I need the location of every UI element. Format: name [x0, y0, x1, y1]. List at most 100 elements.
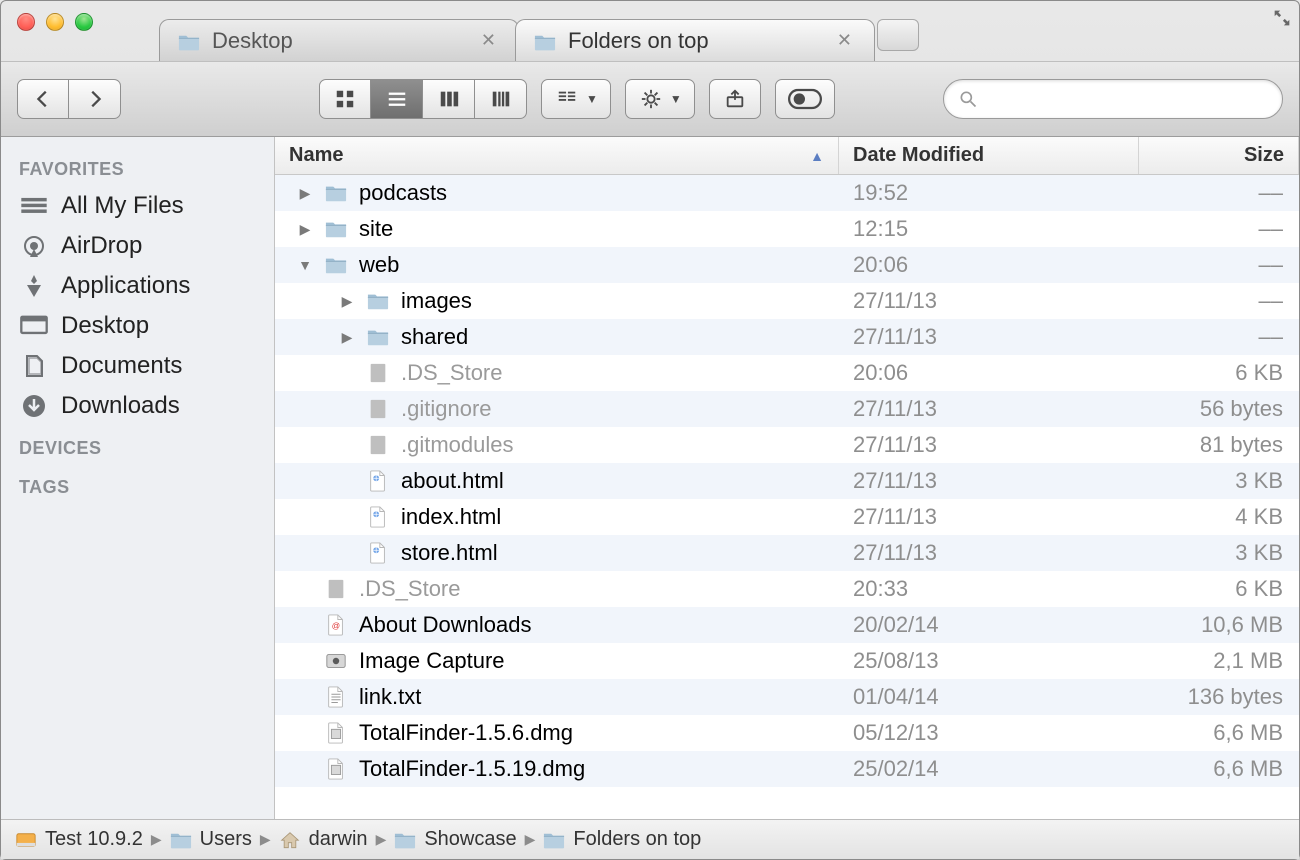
file-size: 6 KB	[1139, 360, 1299, 386]
tab-folders-on-top[interactable]: Folders on top ✕	[515, 19, 875, 61]
column-header-date[interactable]: Date Modified	[839, 137, 1139, 174]
new-tab-button[interactable]	[877, 19, 919, 51]
file-name: store.html	[401, 540, 498, 566]
file-row[interactable]: .gitmodules27/11/1381 bytes	[275, 427, 1299, 463]
file-date: 27/11/13	[839, 396, 1139, 422]
share-button[interactable]	[709, 79, 761, 119]
path-crumb[interactable]: Test 10.9.2	[15, 828, 143, 851]
column-header-name[interactable]: Name ▲	[275, 137, 839, 174]
file-size: ––	[1139, 252, 1299, 278]
chevron-right-icon: ▶	[260, 831, 271, 848]
file-name: About Downloads	[359, 612, 531, 638]
search-icon	[958, 89, 978, 109]
file-size: ––	[1139, 324, 1299, 350]
file-row[interactable]: ▶site12:15––	[275, 211, 1299, 247]
file-row[interactable]: Image Capture25/08/132,1 MB	[275, 643, 1299, 679]
search-input[interactable]	[986, 89, 1268, 110]
sidebar-item-all-my-files[interactable]: All My Files	[1, 186, 274, 226]
folder-icon	[365, 326, 391, 348]
nav-buttons	[17, 79, 121, 119]
file-row[interactable]: .gitignore27/11/1356 bytes	[275, 391, 1299, 427]
file-row[interactable]: ▶images27/11/13––	[275, 283, 1299, 319]
column-header-size[interactable]: Size	[1139, 137, 1299, 174]
sidebar-item-downloads[interactable]: Downloads	[1, 386, 274, 426]
folder-icon	[178, 32, 200, 50]
sidebar-heading-devices: DEVICES	[1, 426, 274, 465]
zoom-window-button[interactable]	[75, 13, 93, 31]
file-name: link.txt	[359, 684, 421, 710]
disclosure-triangle-icon[interactable]: ▶	[297, 221, 313, 238]
sidebar-item-airdrop[interactable]: AirDrop	[1, 226, 274, 266]
file-row[interactable]: About Downloads20/02/1410,6 MB	[275, 607, 1299, 643]
path-crumb-label: Showcase	[424, 828, 516, 851]
file-row[interactable]: TotalFinder-1.5.19.dmg25/02/146,6 MB	[275, 751, 1299, 787]
toggle-button[interactable]	[775, 79, 835, 119]
app-icon	[323, 650, 349, 672]
file-row[interactable]: about.html27/11/133 KB	[275, 463, 1299, 499]
file-row[interactable]: .DS_Store20:336 KB	[275, 571, 1299, 607]
folder-icon	[323, 254, 349, 276]
sidebar-item-desktop[interactable]: Desktop	[1, 306, 274, 346]
file-name: web	[359, 252, 399, 278]
disclosure-triangle-icon[interactable]: ▶	[339, 293, 355, 310]
path-crumb[interactable]: Users	[170, 828, 252, 851]
arrange-button[interactable]: ▼	[541, 79, 611, 119]
home-icon	[279, 831, 301, 849]
folder-icon	[170, 831, 192, 849]
file-name: .DS_Store	[359, 576, 461, 602]
file-date: 05/12/13	[839, 720, 1139, 746]
file-size: 2,1 MB	[1139, 648, 1299, 674]
file-icon	[365, 362, 391, 384]
file-icon	[323, 578, 349, 600]
file-size: 10,6 MB	[1139, 612, 1299, 638]
coverflow-view-button[interactable]	[475, 79, 527, 119]
column-headers: Name ▲ Date Modified Size	[275, 137, 1299, 175]
search-field[interactable]	[943, 79, 1283, 119]
list-view-button[interactable]	[371, 79, 423, 119]
disclosure-triangle-icon[interactable]: ▶	[297, 185, 313, 202]
sidebar: FAVORITES All My Files AirDrop Applicati…	[1, 137, 275, 819]
close-window-button[interactable]	[17, 13, 35, 31]
forward-button[interactable]	[69, 79, 121, 119]
column-view-button[interactable]	[423, 79, 475, 119]
disclosure-triangle-icon[interactable]: ▼	[297, 257, 313, 273]
back-button[interactable]	[17, 79, 69, 119]
file-name: shared	[401, 324, 468, 350]
file-row[interactable]: ▶shared27/11/13––	[275, 319, 1299, 355]
path-crumb[interactable]: Folders on top	[543, 828, 701, 851]
txt-icon	[323, 686, 349, 708]
tab-close-icon[interactable]: ✕	[479, 30, 498, 51]
file-size: 3 KB	[1139, 540, 1299, 566]
file-row[interactable]: link.txt01/04/14136 bytes	[275, 679, 1299, 715]
tab-desktop[interactable]: Desktop ✕	[159, 19, 519, 61]
icon-view-button[interactable]	[319, 79, 371, 119]
file-icon	[365, 398, 391, 420]
file-row[interactable]: TotalFinder-1.5.6.dmg05/12/136,6 MB	[275, 715, 1299, 751]
file-row[interactable]: index.html27/11/134 KB	[275, 499, 1299, 535]
file-size: 81 bytes	[1139, 432, 1299, 458]
file-row[interactable]: .DS_Store20:066 KB	[275, 355, 1299, 391]
file-size: 6 KB	[1139, 576, 1299, 602]
path-crumb[interactable]: Showcase	[394, 828, 516, 851]
file-date: 27/11/13	[839, 288, 1139, 314]
folder-icon	[394, 831, 416, 849]
file-row[interactable]: ▶podcasts19:52––	[275, 175, 1299, 211]
path-bar: Test 10.9.2▶Users▶darwin▶Showcase▶Folder…	[1, 819, 1299, 859]
path-crumb[interactable]: darwin	[279, 828, 368, 851]
file-row[interactable]: store.html27/11/133 KB	[275, 535, 1299, 571]
file-date: 12:15	[839, 216, 1139, 242]
action-gear-button[interactable]: ▼	[625, 79, 695, 119]
sidebar-item-applications[interactable]: Applications	[1, 266, 274, 306]
file-date: 20:06	[839, 360, 1139, 386]
file-name: podcasts	[359, 180, 447, 206]
tab-close-icon[interactable]: ✕	[835, 30, 854, 51]
dmg-icon	[323, 722, 349, 744]
file-name: about.html	[401, 468, 504, 494]
minimize-window-button[interactable]	[46, 13, 64, 31]
file-icon	[365, 434, 391, 456]
file-row[interactable]: ▼web20:06––	[275, 247, 1299, 283]
file-name: .gitmodules	[401, 432, 514, 458]
sidebar-item-documents[interactable]: Documents	[1, 346, 274, 386]
fullscreen-button[interactable]	[1271, 7, 1293, 29]
disclosure-triangle-icon[interactable]: ▶	[339, 329, 355, 346]
